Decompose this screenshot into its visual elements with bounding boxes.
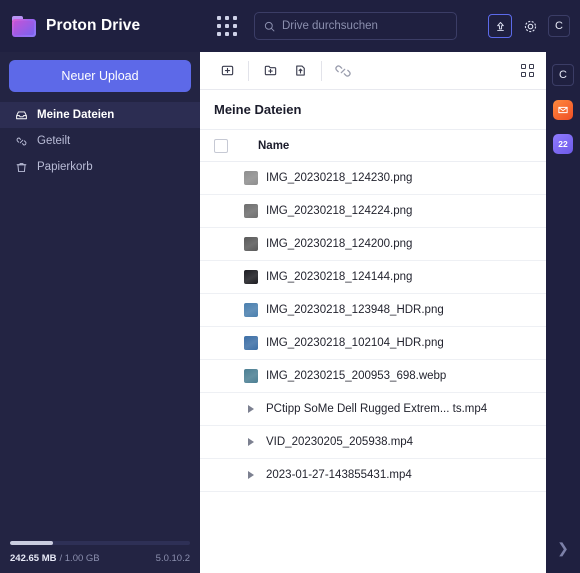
proton-drive-window: Proton Drive Drive durchsuchen C Neuer U… bbox=[0, 0, 580, 573]
file-thumbnail bbox=[244, 270, 258, 284]
file-list: IMG_20230218_124230.png IMG_20230218_1242… bbox=[200, 162, 546, 573]
folder-plus-icon bbox=[264, 65, 276, 76]
main-panel: Meine Dateien Name IMG_20230218_124230.p… bbox=[200, 52, 546, 573]
inbox-tray-icon bbox=[14, 108, 28, 122]
proton-mail-app-icon[interactable] bbox=[553, 100, 573, 120]
chevron-right-icon[interactable]: ❯ bbox=[557, 540, 569, 557]
sidebar-item-label: Papierkorb bbox=[37, 161, 93, 173]
file-thumbnail bbox=[244, 171, 258, 185]
toolbar-divider bbox=[248, 60, 249, 81]
new-item-button[interactable] bbox=[212, 58, 242, 84]
column-header-name: Name bbox=[258, 139, 290, 152]
video-play-icon bbox=[244, 435, 258, 449]
file-thumbnail bbox=[244, 237, 258, 251]
proton-calendar-app-icon[interactable]: 22 bbox=[553, 134, 573, 154]
table-row[interactable]: IMG_20230218_124224.png bbox=[200, 195, 546, 228]
file-name: IMG_20230218_124230.png bbox=[266, 172, 413, 184]
body: Neuer Upload Meine Dateien Geteilt Papie… bbox=[0, 52, 580, 573]
gear-icon[interactable] bbox=[518, 14, 542, 38]
search-area: Drive durchsuchen bbox=[244, 12, 488, 40]
file-name: IMG_20230218_124200.png bbox=[266, 238, 413, 250]
sidebar-item-trash[interactable]: Papierkorb bbox=[0, 154, 200, 180]
file-name: 2023-01-27-143855431.mp4 bbox=[266, 469, 412, 481]
grid-view-icon[interactable] bbox=[521, 64, 534, 77]
sidebar: Neuer Upload Meine Dateien Geteilt Papie… bbox=[0, 52, 200, 573]
sidebar-nav: Meine Dateien Geteilt Papierkorb bbox=[0, 102, 200, 180]
select-all-checkbox[interactable] bbox=[214, 138, 228, 153]
avatar[interactable]: C bbox=[548, 15, 570, 37]
table-row[interactable]: IMG_20230218_124230.png bbox=[200, 162, 546, 195]
search-input[interactable]: Drive durchsuchen bbox=[254, 12, 457, 40]
file-thumbnail bbox=[244, 336, 258, 350]
toolbar-divider bbox=[321, 60, 322, 81]
toolbar bbox=[200, 52, 546, 90]
video-play-icon bbox=[244, 402, 258, 416]
file-name: IMG_20230218_123948_HDR.png bbox=[266, 304, 444, 316]
brand: Proton Drive bbox=[0, 15, 200, 37]
file-upload-icon bbox=[295, 65, 305, 76]
table-row[interactable]: IMG_20230218_102104_HDR.png bbox=[200, 327, 546, 360]
storage-progress-bar bbox=[10, 541, 190, 545]
new-upload-button[interactable]: Neuer Upload bbox=[9, 60, 191, 92]
search-placeholder: Drive durchsuchen bbox=[282, 20, 378, 32]
sidebar-item-label: Meine Dateien bbox=[37, 109, 115, 121]
sidebar-item-label: Geteilt bbox=[37, 135, 71, 147]
rail-avatar[interactable]: C bbox=[552, 64, 574, 86]
file-thumbnail bbox=[244, 303, 258, 317]
storage-total: / 1.00 GB bbox=[59, 553, 100, 564]
table-row[interactable]: 2023-01-27-143855431.mp4 bbox=[200, 459, 546, 492]
upload-arrow-icon[interactable] bbox=[488, 14, 512, 38]
app-version: 5.0.10.2 bbox=[155, 553, 190, 564]
file-name: IMG_20230218_102104_HDR.png bbox=[266, 337, 444, 349]
file-thumbnail bbox=[244, 369, 258, 383]
upload-file-button[interactable] bbox=[285, 58, 315, 84]
file-thumbnail bbox=[244, 204, 258, 218]
sidebar-item-shared[interactable]: Geteilt bbox=[0, 128, 200, 154]
box-plus-icon bbox=[221, 65, 233, 76]
proton-drive-folder-logo bbox=[12, 15, 36, 37]
share-link-button[interactable] bbox=[328, 58, 358, 84]
table-row[interactable]: IMG_20230218_124144.png bbox=[200, 261, 546, 294]
link-icon bbox=[335, 64, 351, 77]
top-header: Proton Drive Drive durchsuchen C bbox=[0, 0, 580, 52]
file-name: IMG_20230215_200953_698.webp bbox=[266, 370, 447, 382]
page-title: Meine Dateien bbox=[200, 90, 546, 130]
sidebar-item-my-files[interactable]: Meine Dateien bbox=[0, 102, 200, 128]
storage-used: 242.65 MB bbox=[10, 553, 57, 564]
table-row[interactable]: IMG_20230218_123948_HDR.png bbox=[200, 294, 546, 327]
new-folder-button[interactable] bbox=[255, 58, 285, 84]
storage-meter: 242.65 MB / 1.00 GB 5.0.10.2 bbox=[0, 541, 200, 573]
table-row[interactable]: PCtipp SoMe Dell Rugged Extrem... ts.mp4 bbox=[200, 393, 546, 426]
file-name: IMG_20230218_124224.png bbox=[266, 205, 413, 217]
table-row[interactable]: IMG_20230215_200953_698.webp bbox=[200, 360, 546, 393]
video-play-icon bbox=[244, 468, 258, 482]
table-row[interactable]: VID_20230205_205938.mp4 bbox=[200, 426, 546, 459]
file-name: IMG_20230218_124144.png bbox=[266, 271, 413, 283]
list-header: Name bbox=[200, 130, 546, 162]
file-name: PCtipp SoMe Dell Rugged Extrem... ts.mp4 bbox=[266, 403, 488, 415]
search-icon bbox=[264, 21, 275, 31]
trash-icon bbox=[14, 160, 28, 174]
header-actions: C bbox=[488, 14, 580, 38]
brand-name: Proton Drive bbox=[46, 17, 141, 34]
table-row[interactable]: IMG_20230218_124200.png bbox=[200, 228, 546, 261]
right-rail: C 22 ❯ bbox=[546, 52, 580, 573]
link-icon bbox=[14, 134, 28, 148]
file-name: VID_20230205_205938.mp4 bbox=[266, 436, 414, 448]
apps-grid-icon[interactable] bbox=[210, 9, 244, 43]
